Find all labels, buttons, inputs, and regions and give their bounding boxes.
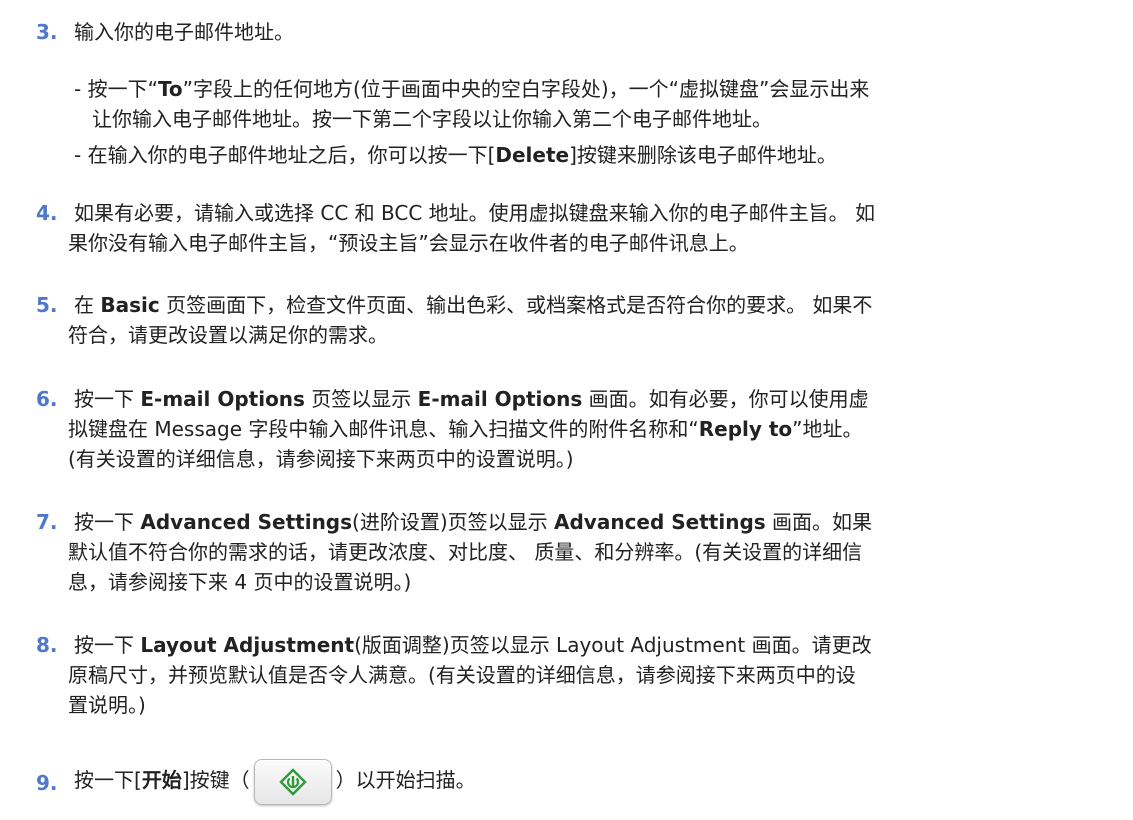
bold-term: Layout Adjustment [140,633,355,657]
bold-term: Delete [495,143,570,167]
step-number: 3. [36,20,58,44]
step-number: 9. [36,771,58,795]
step-number: 6. [36,387,58,411]
bullet-to-field: - 按一下“To”字段上的任何地方(位于画面中央的空白字段处)，一个“虚拟键盘”… [74,77,870,131]
step-number: 5. [36,293,58,317]
start-button[interactable] [253,758,332,805]
bold-term: To [157,77,183,101]
start-diamond-icon [278,767,307,796]
bold-term: Reply to [698,417,793,441]
step-number: 7. [36,510,58,534]
step-number: 4. [36,201,58,225]
bold-term: Basic [100,293,160,317]
bold-term: Advanced Settings [554,510,766,534]
step-number: 8. [36,633,58,657]
bold-term: Advanced Settings [140,510,353,534]
bold-term: E-mail Options [140,387,305,411]
step-text: 输入你的电子邮件地址。 [74,20,294,44]
bold-term: 开始 [141,768,182,792]
bullet-delete: - 在输入你的电子邮件地址之后，你可以按一下[Delete]按键来删除该电子邮件… [74,143,837,167]
bold-term: E-mail Options [417,387,583,411]
